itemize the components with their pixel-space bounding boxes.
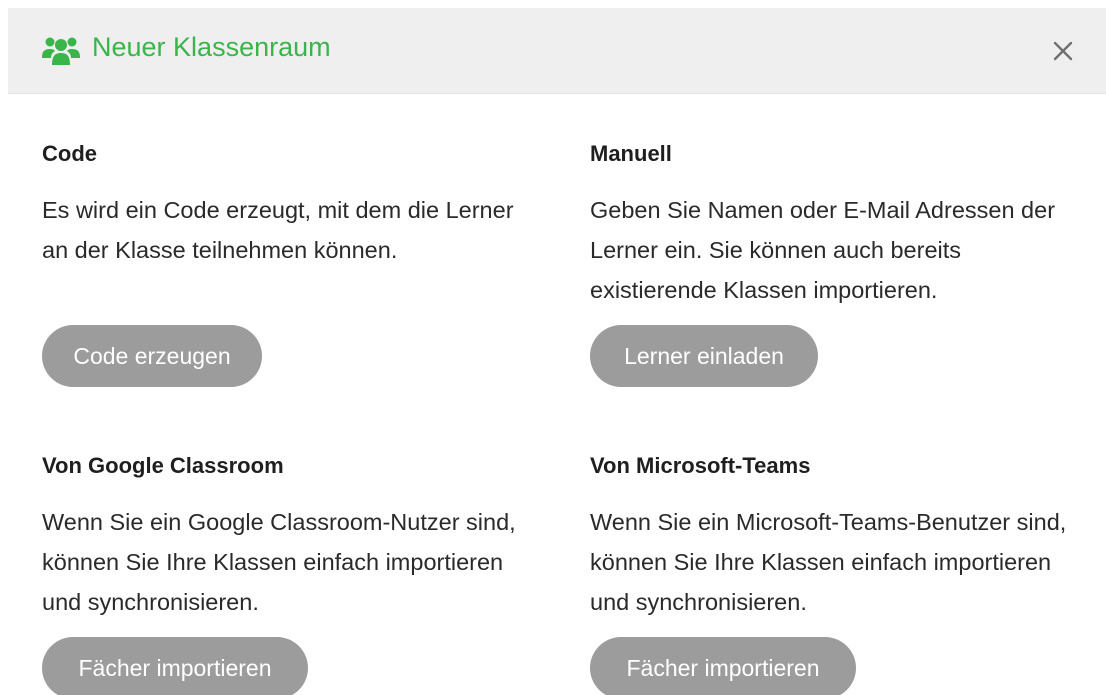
new-classroom-dialog: Neuer Klassenraum Code Es wird ein Code … [0,0,1106,695]
import-google-courses-button[interactable]: Fächer importieren [42,637,308,695]
option-title: Von Microsoft-Teams [590,453,811,478]
option-microsoft-teams: Von Microsoft-Teams Wenn Sie ein Microso… [590,452,1080,622]
option-description: Wenn Sie ein Microsoft-Teams-Benutzer si… [590,509,1067,615]
option-title: Code [42,141,97,166]
option-manual: Manuell Geben Sie Namen oder E-Mail Adre… [590,140,1080,310]
option-description: Es wird ein Code erzeugt, mit dem die Le… [42,197,514,263]
option-title: Von Google Classroom [42,453,284,478]
generate-code-button[interactable]: Code erzeugen [42,325,262,387]
option-google-classroom: Von Google Classroom Wenn Sie ein Google… [42,452,532,622]
dialog-title: Neuer Klassenraum [92,32,331,62]
import-teams-courses-button[interactable]: Fächer importieren [590,637,856,695]
option-title: Manuell [590,141,672,166]
users-icon [42,37,80,65]
close-icon[interactable] [1046,34,1080,68]
option-description: Wenn Sie ein Google Classroom-Nutzer sin… [42,509,516,615]
dialog-header: Neuer Klassenraum [8,8,1106,94]
invite-learners-button[interactable]: Lerner einladen [590,325,818,387]
option-code: Code Es wird ein Code erzeugt, mit dem d… [42,140,532,270]
option-description: Geben Sie Namen oder E-Mail Adressen der… [590,197,1056,303]
